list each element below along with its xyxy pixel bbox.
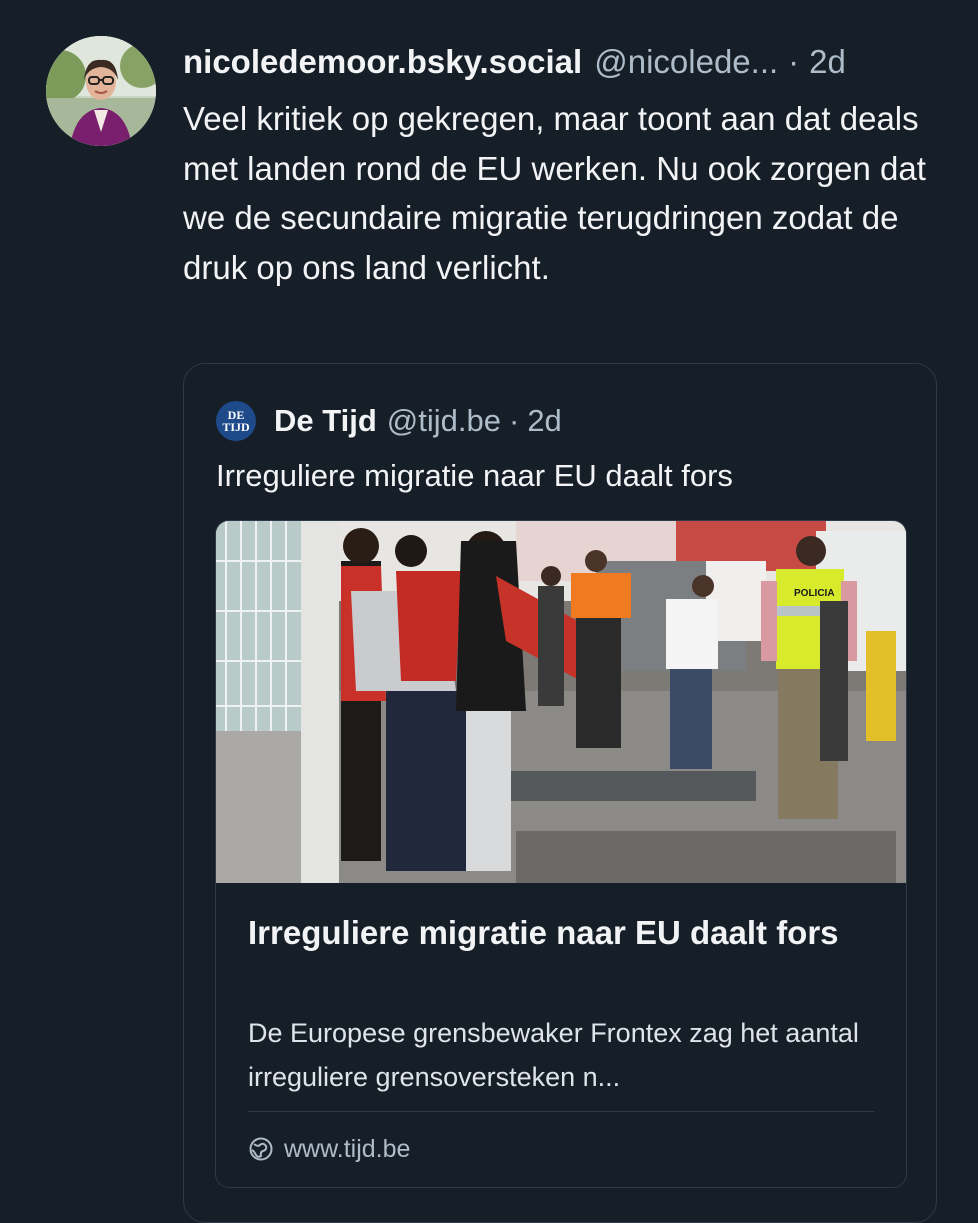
logo-text-line2: TIJD [222,420,250,434]
link-card-description: De Europese grensbewaker Frontex zag het… [248,1018,859,1092]
post-timestamp[interactable]: 2d [809,43,846,81]
post-text: Veel kritiek op gekregen, maar toont aan… [183,100,926,286]
quoted-post-header: DE TIJD De Tijd @tijd.be · 2d [216,400,562,442]
quoted-post[interactable]: DE TIJD De Tijd @tijd.be · 2d Irregulier… [183,363,937,1223]
globe-icon [249,1137,273,1161]
post[interactable]: nicoledemoor.bsky.social @nicolede... · … [0,0,978,1223]
separator-dot: · [508,403,520,438]
link-card[interactable]: POLICIA Irreguliere migratie naar EU daa… [215,520,907,1188]
divider [248,1111,874,1112]
author-name[interactable]: nicoledemoor.bsky.social [183,43,582,81]
news-photo: POLICIA [216,521,906,883]
post-header: nicoledemoor.bsky.social @nicolede... · … [183,40,846,84]
link-url-text[interactable]: www.tijd.be [284,1135,410,1164]
quoted-author-handle[interactable]: @tijd.be [387,403,501,439]
separator-dot: · [788,43,800,80]
quoted-post-text: Irreguliere migratie naar EU daalt fors [216,458,733,493]
tijd-logo[interactable]: DE TIJD [216,401,256,441]
link-card-url[interactable]: www.tijd.be [248,1129,410,1169]
quoted-timestamp[interactable]: 2d [527,403,561,439]
quoted-author-name[interactable]: De Tijd [274,403,377,439]
avatar[interactable] [46,36,156,146]
link-card-title[interactable]: Irreguliere migratie naar EU daalt fors [248,909,868,957]
vest-text: POLICIA [794,588,835,599]
author-handle[interactable]: @nicolede... [594,43,778,81]
